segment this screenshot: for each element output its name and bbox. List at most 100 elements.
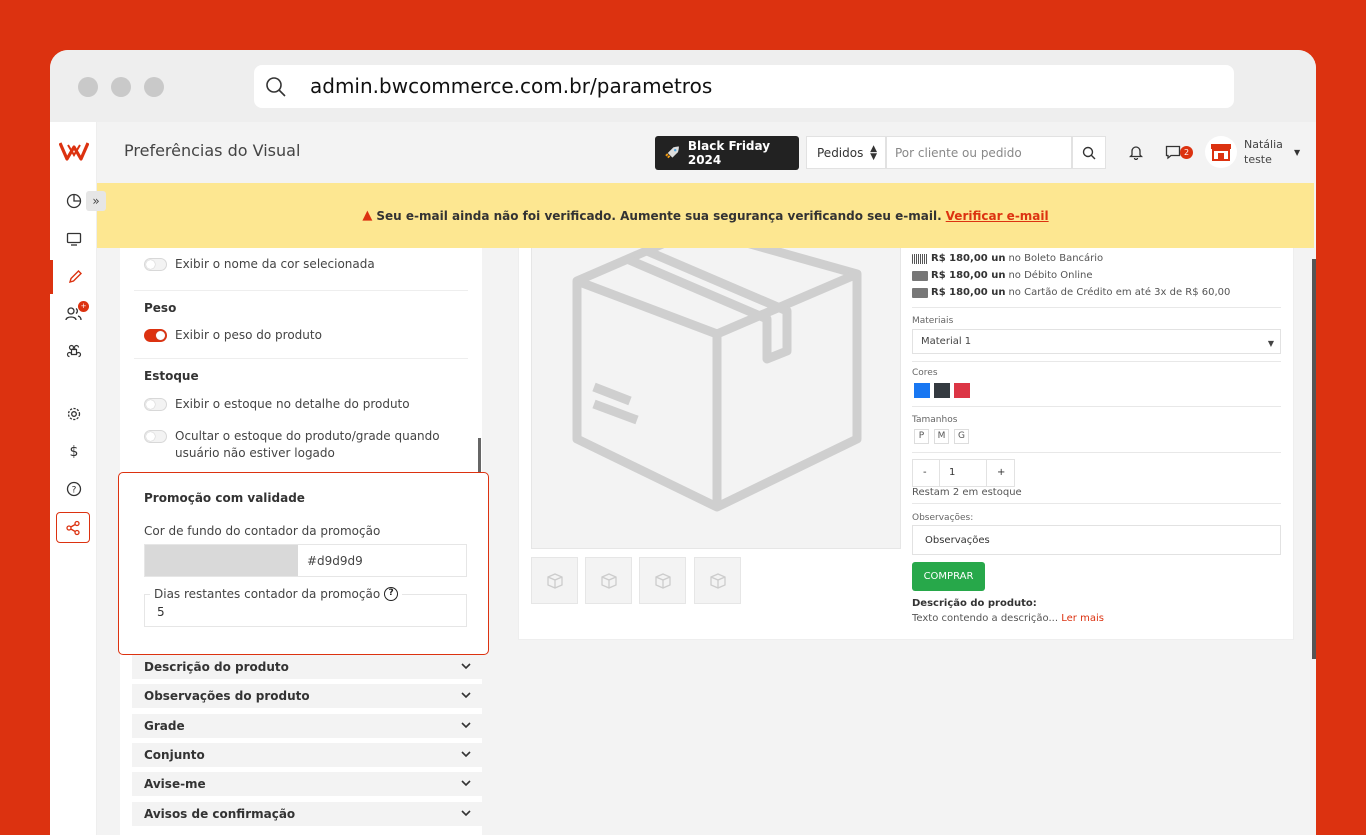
sidebar-item-shortcuts[interactable] [50, 335, 97, 369]
description-body: Texto contendo a descrição... [912, 613, 1059, 624]
sidebar-item-edit[interactable] [50, 260, 97, 294]
monitor-icon [66, 232, 81, 246]
weight-setting[interactable]: Exibir o peso do produto [144, 327, 464, 344]
window-maximize-dot[interactable] [144, 77, 164, 97]
sidebar-item-users[interactable]: + [50, 297, 97, 331]
product-thumbnail[interactable] [531, 557, 578, 604]
sidebar-item-share[interactable] [56, 512, 90, 543]
size-option[interactable]: P [914, 429, 929, 444]
search-type-select[interactable]: Pedidos ▲ ▼ [806, 136, 886, 169]
sidebar-item-settings[interactable] [50, 397, 97, 431]
payment-price: R$ 180,00 un [931, 287, 1006, 298]
weight-toggle[interactable] [144, 329, 167, 342]
page-scrollbar[interactable] [1312, 259, 1316, 659]
select-caret-icon: ▲ ▼ [870, 144, 877, 162]
payment-price: R$ 180,00 un [931, 270, 1006, 281]
sidebar-item-help[interactable]: ? [50, 472, 97, 506]
chevron-down-icon [461, 780, 471, 787]
sidebar-item-finance[interactable]: $ [50, 434, 97, 468]
payment-line: R$ 180,00 un no Débito Online [912, 270, 1093, 281]
search-button[interactable] [1072, 136, 1106, 169]
size-option[interactable]: G [954, 429, 969, 444]
search-icon [1082, 146, 1096, 159]
expand-sidebar-button[interactable]: » [86, 191, 106, 211]
size-option[interactable]: M [934, 429, 949, 444]
accordion-notify-label: Avise-me [144, 777, 206, 791]
buy-button[interactable]: COMPRAR [912, 562, 985, 591]
promo-days-label-text: Dias restantes contador da promoção [154, 587, 381, 601]
window-minimize-dot[interactable] [111, 77, 131, 97]
materials-label: Materiais [912, 316, 954, 326]
color-name-label: Exibir o nome da cor selecionada [175, 257, 375, 271]
gear-icon [67, 407, 80, 421]
product-thumbnail[interactable] [639, 557, 686, 604]
chevron-down-icon[interactable]: ▼ [1294, 148, 1300, 157]
payment-line: R$ 180,00 un no Boleto Bancário [912, 253, 1103, 264]
messages-icon[interactable] [1165, 144, 1181, 160]
quantity-decrease-button[interactable]: - [923, 467, 927, 478]
order-search-input[interactable]: Por cliente ou pedido [886, 136, 1072, 169]
users-badge: + [78, 301, 89, 312]
panel-scrollbar[interactable] [478, 438, 481, 474]
observations-label: Observações: [912, 513, 974, 523]
logo-icon [58, 142, 89, 161]
product-thumbnail[interactable] [585, 557, 632, 604]
accordion-set[interactable]: Conjunto [132, 743, 482, 767]
bell-icon[interactable] [1129, 144, 1143, 160]
accordion-confirmations-label: Avisos de confirmação [144, 807, 296, 821]
svg-text:?: ? [71, 486, 76, 496]
material-select[interactable]: Material 1 ▼ [912, 329, 1281, 354]
promo-bg-color-field[interactable]: #d9d9d9 [144, 544, 467, 577]
verify-email-link[interactable]: Verificar e-mail [946, 209, 1049, 223]
color-swatch-dark[interactable] [934, 383, 950, 398]
material-value: Material 1 [921, 336, 972, 347]
color-hex-value: #d9d9d9 [307, 554, 363, 568]
hide-stock-toggle[interactable] [144, 430, 167, 443]
promo-title: Promoção com validade [144, 491, 305, 505]
help-icon[interactable]: ? [384, 587, 399, 601]
window-close-dot[interactable] [78, 77, 98, 97]
color-swatch-red[interactable] [954, 383, 970, 398]
email-verification-alert: ▲ Seu e-mail ainda não foi verificado. A… [97, 183, 1314, 248]
show-stock-toggle[interactable] [144, 398, 167, 411]
chevron-down-icon [461, 810, 471, 817]
user-name[interactable]: Natália [1244, 138, 1283, 151]
sidebar: + $ ? [50, 122, 97, 835]
show-stock-label: Exibir o estoque no detalhe do produto [175, 397, 410, 411]
divider [912, 452, 1281, 453]
hide-stock-setting[interactable]: Ocultar o estoque do produto/grade quand… [144, 428, 444, 462]
address-bar[interactable]: admin.bwcommerce.com.br/parametros [254, 65, 1234, 108]
black-friday-button[interactable]: Black Friday 2024 [655, 136, 799, 170]
color-swatch-blue[interactable] [914, 383, 930, 398]
divider [912, 503, 1281, 504]
box-icon [709, 572, 726, 589]
accordion-observations[interactable]: Observações do produto [132, 684, 482, 708]
quantity-value[interactable]: 1 [949, 467, 955, 478]
accordion-notify[interactable]: Avise-me [132, 772, 482, 796]
observations-input[interactable]: Observações [912, 525, 1281, 555]
quantity-stepper[interactable]: - 1 + [912, 459, 1015, 487]
box-icon [546, 572, 563, 589]
accordion-description[interactable]: Descrição do produto [132, 655, 482, 679]
command-icon [66, 344, 81, 358]
avatar[interactable] [1205, 136, 1237, 168]
accordion-confirmations[interactable]: Avisos de confirmação [132, 802, 482, 826]
sidebar-item-visual[interactable] [50, 222, 97, 256]
accordion-grid[interactable]: Grade [132, 714, 482, 738]
search-icon [266, 77, 286, 97]
accordion-description-label: Descrição do produto [144, 660, 289, 674]
show-stock-setting[interactable]: Exibir o estoque no detalhe do produto [144, 396, 464, 413]
color-name-toggle[interactable] [144, 258, 167, 271]
divider [134, 358, 468, 359]
quantity-increase-button[interactable]: + [997, 467, 1005, 478]
read-more-link[interactable]: Ler mais [1061, 613, 1104, 624]
logo[interactable] [50, 134, 97, 168]
user-store[interactable]: teste [1244, 153, 1272, 166]
stock-section-title: Estoque [144, 369, 199, 383]
hide-stock-label: Ocultar o estoque do produto/grade quand… [175, 429, 440, 460]
black-friday-label: Black Friday 2024 [687, 139, 771, 167]
product-thumbnail[interactable] [694, 557, 741, 604]
color-name-setting[interactable]: Exibir o nome da cor selecionada [144, 256, 464, 273]
pie-chart-icon [66, 193, 81, 209]
color-swatch[interactable] [145, 545, 298, 576]
